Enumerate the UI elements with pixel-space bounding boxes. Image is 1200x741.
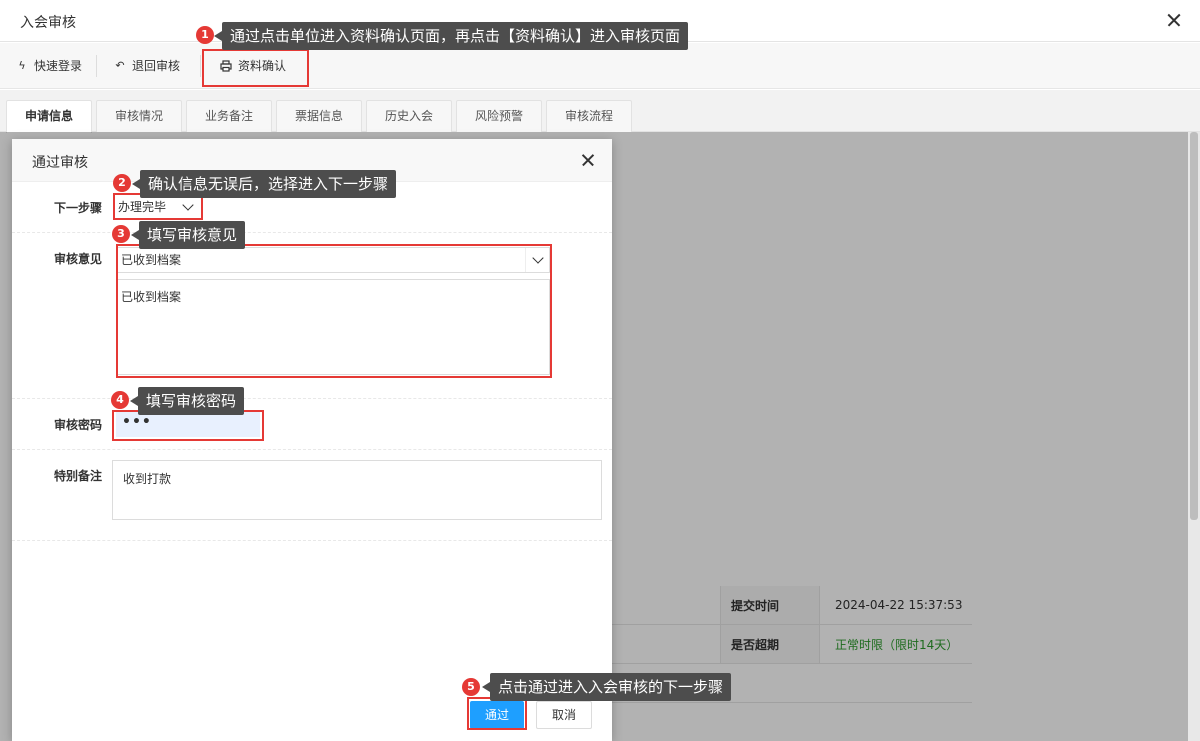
toolbar-divider bbox=[200, 55, 201, 77]
tab-receipt-info[interactable]: 票据信息 bbox=[276, 100, 362, 132]
annotation-badge-4: 4 bbox=[111, 391, 129, 409]
next-step-select[interactable]: 办理完毕 bbox=[116, 197, 200, 217]
data-confirm-button[interactable]: 资料确认 bbox=[220, 56, 286, 76]
scrollbar-thumb[interactable] bbox=[1190, 132, 1198, 520]
return-review-button[interactable]: ↶ 退回审核 bbox=[114, 56, 180, 76]
opinion-select-arrow[interactable] bbox=[525, 248, 549, 272]
tab-membership-history[interactable]: 历史入会 bbox=[366, 100, 452, 132]
annotation-badge-5: 5 bbox=[462, 678, 480, 696]
password-label: 审核密码 bbox=[53, 418, 102, 432]
annotation-callout-1: 通过点击单位进入资料确认页面，再点击【资料确认】进入审核页面 bbox=[213, 22, 689, 50]
tab-risk-warning[interactable]: 风险预警 bbox=[456, 100, 542, 132]
opinion-textarea[interactable]: 已收到档案 bbox=[116, 279, 550, 375]
tab-review-status[interactable]: 审核情况 bbox=[96, 100, 182, 132]
lightning-icon: ϟ bbox=[18, 59, 26, 72]
quick-login-button[interactable]: ϟ 快速登录 bbox=[16, 56, 82, 76]
page-scrollbar[interactable] bbox=[1188, 132, 1200, 741]
opinion-select-value: 已收到档案 bbox=[121, 253, 182, 267]
annotation-badge-1: 1 bbox=[196, 26, 214, 44]
return-review-label: 退回审核 bbox=[132, 59, 181, 73]
tab-review-flow[interactable]: 审核流程 bbox=[546, 100, 632, 132]
remark-label: 特别备注 bbox=[53, 469, 102, 483]
data-confirm-label: 资料确认 bbox=[238, 59, 287, 73]
opinion-label: 审核意见 bbox=[53, 252, 102, 266]
annotation-callout-3: 填写审核意见 bbox=[130, 221, 246, 249]
dialog-close-button[interactable] bbox=[580, 152, 596, 168]
next-step-value: 办理完毕 bbox=[118, 200, 167, 214]
close-icon bbox=[1164, 10, 1184, 30]
next-step-label: 下一步骤 bbox=[53, 201, 102, 215]
pass-button[interactable]: 通过 bbox=[470, 701, 524, 729]
printer-icon bbox=[220, 60, 232, 72]
dialog-title: 通过审核 bbox=[32, 155, 88, 171]
tab-bar: 申请信息 审核情况 业务备注 票据信息 历史入会 风险预警 审核流程 bbox=[0, 90, 1200, 133]
annotation-badge-2: 2 bbox=[113, 174, 131, 192]
annotation-callout-5: 点击通过进入入会审核的下一步骤 bbox=[481, 673, 732, 701]
opinion-preset-select[interactable]: 已收到档案 bbox=[116, 247, 550, 273]
annotation-callout-4: 填写审核密码 bbox=[129, 387, 245, 415]
pass-review-dialog: 通过审核 下一步骤 办理完毕 审核意见 已收到档案 已收到档案 审核密码 •••… bbox=[12, 139, 612, 741]
window-title: 入会审核 bbox=[20, 15, 76, 31]
quick-login-label: 快速登录 bbox=[34, 59, 83, 73]
tab-business-notes[interactable]: 业务备注 bbox=[186, 100, 272, 132]
annotation-badge-3: 3 bbox=[112, 225, 130, 243]
toolbar-divider bbox=[96, 55, 97, 77]
cancel-button[interactable]: 取消 bbox=[536, 701, 592, 729]
reply-arrow-icon: ↶ bbox=[115, 59, 125, 72]
close-icon bbox=[580, 152, 596, 168]
chevron-down-icon bbox=[182, 199, 194, 211]
annotation-callout-2: 确认信息无误后，选择进入下一步骤 bbox=[131, 170, 397, 198]
password-row: 审核密码 bbox=[12, 399, 612, 450]
tab-application-info[interactable]: 申请信息 bbox=[6, 100, 92, 133]
chevron-down-icon bbox=[532, 252, 544, 264]
window-close-button[interactable] bbox=[1164, 10, 1184, 30]
special-remark-textarea[interactable]: 收到打款 bbox=[112, 460, 602, 520]
